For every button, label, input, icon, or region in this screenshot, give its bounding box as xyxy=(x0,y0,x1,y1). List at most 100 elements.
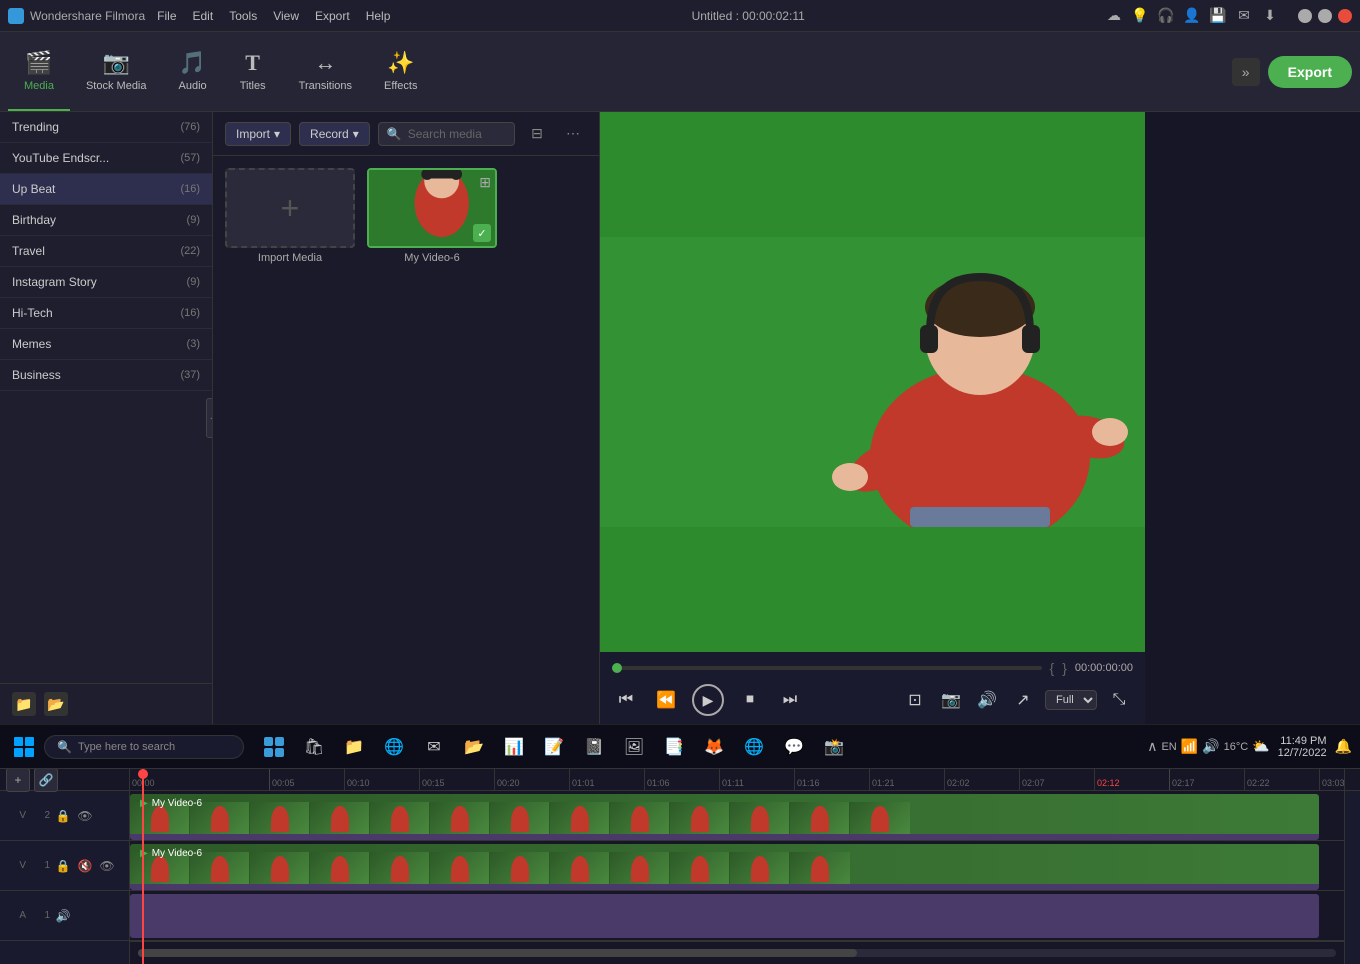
frame-8 xyxy=(550,802,610,836)
toolbar-titles[interactable]: T Titles xyxy=(223,32,283,111)
sidebar-item-trending[interactable]: Trending (76) xyxy=(0,112,212,143)
track-v2-eye-icon[interactable]: 👁 xyxy=(76,809,94,823)
notification-icon[interactable]: 🔔 xyxy=(1335,738,1352,755)
new-folder-icon[interactable]: 📁 xyxy=(12,692,36,716)
taskbar-app-instagram[interactable]: 📸 xyxy=(816,729,852,765)
sidebar-item-youtube[interactable]: YouTube Endscr... (57) xyxy=(0,143,212,174)
volume-button[interactable]: 🔊 xyxy=(973,686,1001,714)
import-button[interactable]: Import ▾ xyxy=(225,122,291,146)
sidebar-item-business[interactable]: Business (37) xyxy=(0,360,212,391)
toolbar-transitions[interactable]: ↔ Transitions xyxy=(283,32,368,111)
pip-button[interactable]: ⊡ xyxy=(901,686,929,714)
timeline-scrollbar[interactable] xyxy=(138,949,1336,957)
sidebar-item-upbeat[interactable]: Up Beat (16) xyxy=(0,174,212,205)
audio-track-a1[interactable] xyxy=(130,891,1344,941)
start-button[interactable] xyxy=(8,731,40,763)
menu-edit[interactable]: Edit xyxy=(193,9,214,23)
menu-view[interactable]: View xyxy=(273,9,299,23)
grid-options-button[interactable]: ⋯ xyxy=(559,120,587,148)
track-a1-volume-icon[interactable]: 🔊 xyxy=(54,909,72,923)
prev-frame-button[interactable]: ⏮ xyxy=(612,686,640,714)
stop-button[interactable]: ⏹ xyxy=(736,686,764,714)
expand-button[interactable]: » xyxy=(1232,58,1260,86)
taskbar-app-chrome[interactable]: 🌐 xyxy=(736,729,772,765)
minimize-button[interactable]: − xyxy=(1298,9,1312,23)
cloud-icon[interactable]: ☁ xyxy=(1106,8,1122,24)
quality-select[interactable]: Full 1/2 1/4 xyxy=(1045,690,1097,710)
sidebar-item-hitech[interactable]: Hi-Tech (16) xyxy=(0,298,212,329)
tray-network-icon[interactable]: 📶 xyxy=(1181,738,1198,755)
bulb-icon[interactable]: 💡 xyxy=(1132,8,1148,24)
progress-track[interactable] xyxy=(612,666,1042,670)
add-track-icon-small[interactable]: + xyxy=(6,769,30,792)
menu-help[interactable]: Help xyxy=(366,9,391,23)
export-button[interactable]: Export xyxy=(1268,56,1352,88)
track-v1-mute-icon[interactable]: 🔇 xyxy=(76,859,94,873)
taskbar-app-ms-store[interactable]: 🛍 xyxy=(296,729,332,765)
menu-export[interactable]: Export xyxy=(315,9,350,23)
toolbar-effects[interactable]: ✨ Effects xyxy=(368,32,433,111)
snapshot-button[interactable]: 📷 xyxy=(937,686,965,714)
fullscreen-button[interactable]: ⤡ xyxy=(1105,686,1133,714)
toolbar-media[interactable]: 🎬 Media xyxy=(8,32,70,111)
taskbar-app-word[interactable]: 📝 xyxy=(536,729,572,765)
toolbar-audio[interactable]: 🎵 Audio xyxy=(163,32,223,111)
taskbar-app-firefox[interactable]: 🦊 xyxy=(696,729,732,765)
save-icon[interactable]: 💾 xyxy=(1210,8,1226,24)
tray-up-icon[interactable]: ∧ xyxy=(1147,738,1157,755)
toolbar-stock-media[interactable]: 📷 Stock Media xyxy=(70,32,163,111)
import-thumb[interactable]: + xyxy=(225,168,355,248)
download-icon[interactable]: ⬇ xyxy=(1262,8,1278,24)
taskbar-app-edge[interactable]: 🌐 xyxy=(376,729,412,765)
video-clip-v1[interactable]: ▶ My Video-6 xyxy=(130,844,1319,888)
taskbar-app-explorer[interactable]: 📁 xyxy=(336,729,372,765)
record-button[interactable]: Record ▾ xyxy=(299,122,370,146)
ruler-label-13: 02:17 xyxy=(1172,778,1195,788)
maximize-button[interactable]: ⬜ xyxy=(1318,9,1332,23)
step-back-button[interactable]: ⏪ xyxy=(652,686,680,714)
video-thumb[interactable]: ⊞ ✓ xyxy=(367,168,497,248)
audio-clip-a1[interactable] xyxy=(130,894,1319,938)
link-track-button[interactable]: 🔗 xyxy=(34,769,58,792)
video-clip-v2[interactable]: ▶ My Video-6 xyxy=(130,794,1319,838)
track-v1-lock-icon[interactable]: 🔒 xyxy=(54,859,72,873)
play-button[interactable]: ▶ xyxy=(692,684,724,716)
video-media-item[interactable]: ⊞ ✓ My Video-6 xyxy=(367,168,497,264)
mail-icon[interactable]: ✉ xyxy=(1236,8,1252,24)
share-button[interactable]: ↗ xyxy=(1009,686,1037,714)
taskbar-app-photos[interactable]: 🖼 xyxy=(616,729,652,765)
sidebar-collapse-button[interactable]: ◀ xyxy=(206,398,213,438)
clock[interactable]: 11:49 PM 12/7/2022 xyxy=(1278,735,1327,759)
taskbar-app-widgets[interactable] xyxy=(256,729,292,765)
track-v2-lock-icon[interactable]: 🔒 xyxy=(54,809,72,823)
filter-button[interactable]: ⊟ xyxy=(523,120,551,148)
sidebar-item-travel[interactable]: Travel (22) xyxy=(0,236,212,267)
timeline-scrollbar-thumb[interactable] xyxy=(138,949,857,957)
user-icon[interactable]: 👤 xyxy=(1184,8,1200,24)
taskbar-app-excel[interactable]: 📊 xyxy=(496,729,532,765)
track-v1-eye-icon[interactable]: 👁 xyxy=(98,859,116,873)
search-input[interactable] xyxy=(408,127,506,141)
sidebar-item-memes[interactable]: Memes (3) xyxy=(0,329,212,360)
sidebar-item-birthday[interactable]: Birthday (9) xyxy=(0,205,212,236)
taskbar-app-discord[interactable]: 💬 xyxy=(776,729,812,765)
sidebar-item-instagram[interactable]: Instagram Story (9) xyxy=(0,267,212,298)
tray-sound-icon[interactable]: 🔊 xyxy=(1202,738,1219,755)
tray-lang-icon[interactable]: EN xyxy=(1161,741,1176,753)
video-track-v2[interactable]: ▶ My Video-6 xyxy=(130,791,1344,841)
next-button[interactable]: ⏭ xyxy=(776,686,804,714)
instagram-icon: 📸 xyxy=(824,737,844,757)
video-track-v1[interactable]: ▶ My Video-6 xyxy=(130,841,1344,891)
taskbar-app-onenote[interactable]: 📓 xyxy=(576,729,612,765)
taskbar-app-folder[interactable]: 📂 xyxy=(456,729,492,765)
menu-file[interactable]: File xyxy=(157,9,176,23)
menu-tools[interactable]: Tools xyxy=(229,9,257,23)
taskbar-app-mail[interactable]: ✉ xyxy=(416,729,452,765)
open-folder-icon[interactable]: 📂 xyxy=(44,692,68,716)
close-button[interactable]: ✕ xyxy=(1338,9,1352,23)
taskbar-search[interactable]: 🔍 Type here to search xyxy=(44,735,244,759)
import-media-item[interactable]: + Import Media xyxy=(225,168,355,264)
win-square-1 xyxy=(14,737,23,746)
headphone-icon[interactable]: 🎧 xyxy=(1158,8,1174,24)
taskbar-app-ppt[interactable]: 📑 xyxy=(656,729,692,765)
